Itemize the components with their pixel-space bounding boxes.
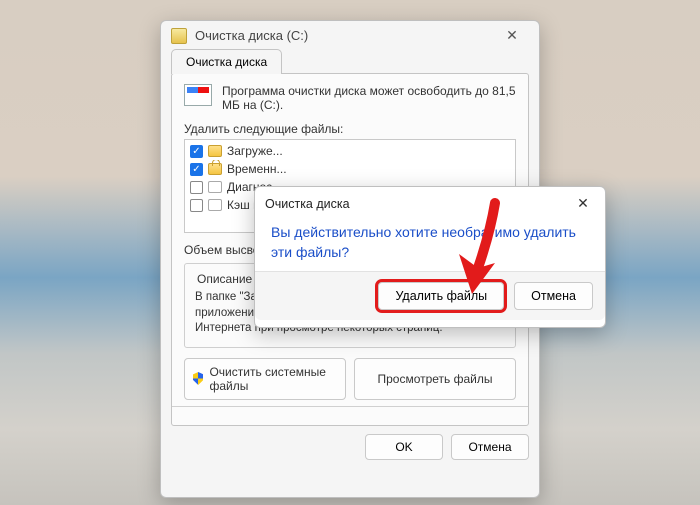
footer: OK Отмена	[171, 434, 529, 460]
tab-bar: Очистка диска	[161, 48, 539, 73]
checkbox[interactable]	[190, 181, 203, 194]
delete-files-button[interactable]: Удалить файлы	[378, 282, 504, 310]
info-text: Программа очистки диска может освободить…	[222, 84, 516, 112]
dialog-footer: Удалить файлы Отмена	[255, 272, 605, 320]
ok-label: OK	[395, 440, 412, 454]
checkbox[interactable]: ✓	[190, 163, 203, 176]
dialog-title: Очистка диска	[265, 197, 350, 211]
ok-button[interactable]: OK	[365, 434, 443, 460]
window-title: Очистка диска (C:)	[195, 28, 308, 43]
close-icon[interactable]: ✕	[495, 27, 529, 44]
list-item[interactable]: ✓ Загруже...	[189, 142, 511, 160]
tab-disk-cleanup[interactable]: Очистка диска	[171, 49, 282, 74]
view-files-label: Просмотреть файлы	[377, 372, 492, 386]
folder-icon	[208, 145, 222, 157]
delete-files-label: Удалить файлы	[395, 289, 487, 303]
dialog-message: Вы действительно хотите необратимо удали…	[255, 218, 605, 271]
file-name: Загруже...	[227, 144, 283, 158]
description-legend: Описание	[193, 272, 256, 286]
shield-icon	[193, 372, 203, 385]
lock-folder-icon	[208, 163, 222, 175]
files-label: Удалить следующие файлы:	[184, 122, 516, 136]
close-icon[interactable]: ✕	[571, 195, 595, 212]
checkbox[interactable]: ✓	[190, 145, 203, 158]
titlebar: Очистка диска (C:) ✕	[161, 21, 539, 48]
dialog-cancel-button[interactable]: Отмена	[514, 282, 593, 310]
list-item[interactable]: ✓ Временн...	[189, 160, 511, 178]
clean-system-files-button[interactable]: Очистить системные файлы	[184, 358, 346, 400]
disk-cleanup-icon	[171, 28, 187, 44]
file-icon	[208, 181, 222, 193]
dialog-cancel-label: Отмена	[531, 289, 576, 303]
view-files-button[interactable]: Просмотреть файлы	[354, 358, 516, 400]
confirm-dialog: Очистка диска ✕ Вы действительно хотите …	[254, 186, 606, 328]
file-icon	[208, 199, 222, 211]
cancel-label: Отмена	[468, 440, 511, 454]
drive-icon	[184, 84, 212, 106]
dialog-titlebar: Очистка диска ✕	[255, 187, 605, 218]
checkbox[interactable]	[190, 199, 203, 212]
clean-system-files-label: Очистить системные файлы	[209, 365, 337, 393]
cancel-button[interactable]: Отмена	[451, 434, 529, 460]
divider	[172, 406, 528, 407]
file-name: Временн...	[227, 162, 287, 176]
